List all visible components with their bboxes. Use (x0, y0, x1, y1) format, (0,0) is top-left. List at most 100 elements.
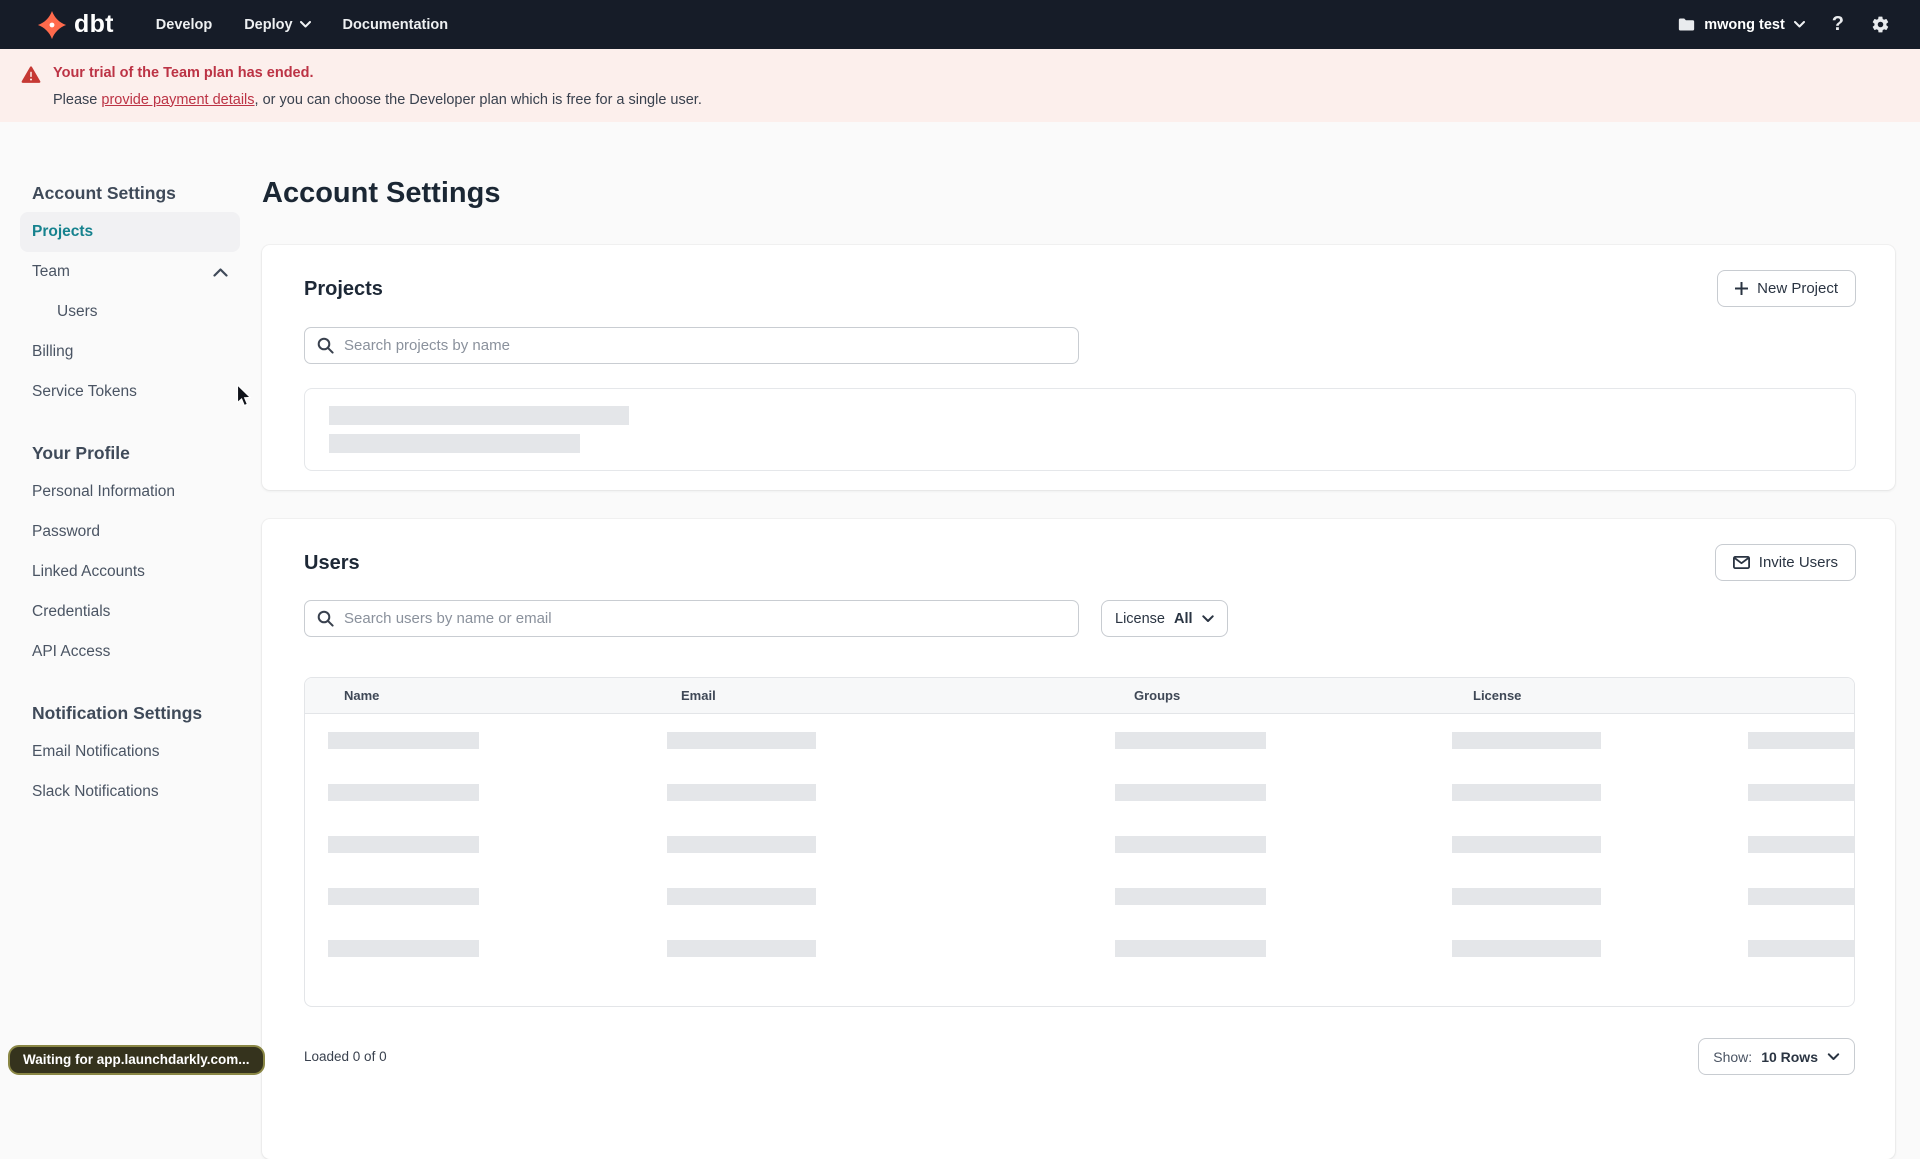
skeleton-bar (1748, 836, 1854, 853)
account-name: mwong test (1704, 16, 1785, 33)
sidebar-item-team[interactable]: Team (20, 252, 240, 292)
dbt-logo[interactable]: dbt (37, 10, 114, 40)
column-header-email: Email (681, 688, 716, 703)
projects-loading-placeholder (304, 388, 1856, 471)
gear-icon (1872, 16, 1889, 33)
projects-card-header: Projects New Project (304, 270, 1856, 307)
projects-search-input[interactable] (304, 327, 1079, 364)
loaded-count: Loaded 0 of 0 (304, 1049, 387, 1064)
skeleton-bar (667, 940, 816, 957)
chevron-down-icon (299, 21, 311, 28)
sidebar-item-email-notifications[interactable]: Email Notifications (20, 732, 240, 772)
sidebar-group-your-profile: Your Profile Personal Information Passwo… (20, 442, 262, 672)
column-header-groups: Groups (1134, 688, 1181, 703)
skeleton-bar (328, 732, 479, 749)
account-switcher[interactable]: mwong test (1678, 17, 1805, 33)
menu-item-deploy[interactable]: Deploy (244, 16, 311, 33)
skeleton-bar (667, 732, 816, 749)
sidebar-item-linked-accounts[interactable]: Linked Accounts (20, 552, 240, 592)
users-table-header: Name Email Groups License (305, 678, 1854, 714)
skeleton-bar (1748, 784, 1854, 801)
skeleton-bar (1452, 888, 1601, 905)
main-content: Account Settings Projects New Project Se… (262, 122, 1920, 1159)
sidebar-item-api-access[interactable]: API Access (20, 632, 240, 672)
sidebar-item-slack-notifications[interactable]: Slack Notifications (20, 772, 240, 812)
table-row-loading (305, 766, 1854, 818)
skeleton-bar (329, 434, 580, 453)
rows-per-page-label: Show: (1713, 1048, 1753, 1065)
users-search-input[interactable] (304, 600, 1079, 637)
sidebar-item-label: Credentials (32, 603, 111, 620)
sidebar-item-personal-information[interactable]: Personal Information (20, 472, 240, 512)
sidebar-item-label: Projects (32, 223, 94, 240)
users-table: Name Email Groups License (304, 677, 1855, 1007)
sidebar-heading-account-settings: Account Settings (32, 183, 176, 203)
rows-per-page-dropdown[interactable]: Show: 10 Rows (1698, 1038, 1855, 1075)
invite-users-label: Invite Users (1758, 554, 1838, 571)
new-project-button[interactable]: New Project (1717, 270, 1856, 307)
skeleton-bar (1748, 888, 1854, 905)
skeleton-bar (328, 888, 479, 905)
table-bottom-padding (305, 974, 1854, 1006)
sidebar-item-label: Password (32, 523, 101, 540)
users-filter-row: License All (304, 600, 1856, 637)
table-row-loading (305, 922, 1854, 974)
sidebar-item-label: Slack Notifications (32, 783, 159, 800)
banner-body-prefix: Please (53, 91, 102, 108)
sidebar-item-label: Personal Information (32, 483, 176, 500)
invite-users-button[interactable]: Invite Users (1714, 544, 1856, 581)
dbt-logo-icon (37, 10, 67, 39)
dbt-logo-text: dbt (74, 10, 114, 38)
license-filter-value: All (1173, 610, 1193, 627)
skeleton-bar (328, 836, 479, 853)
skeleton-bar (1452, 940, 1601, 957)
menu-item-documentation[interactable]: Documentation (343, 17, 449, 33)
sidebar-item-label: Linked Accounts (32, 563, 145, 580)
skeleton-bar (1452, 836, 1601, 853)
column-header-name: Name (344, 688, 380, 703)
sidebar-item-label: Email Notifications (32, 743, 160, 760)
settings-button[interactable] (1871, 15, 1890, 34)
chevron-down-icon (1793, 21, 1805, 28)
table-row-loading (305, 818, 1854, 870)
skeleton-bar (1115, 784, 1266, 801)
sidebar-item-users[interactable]: Users (20, 292, 240, 332)
browser-status-bubble: Waiting for app.launchdarkly.com... (8, 1045, 265, 1075)
skeleton-bar (1452, 732, 1601, 749)
sidebar-item-label: Billing (32, 343, 74, 360)
banner-text: Your trial of the Team plan has ended. P… (53, 64, 702, 122)
menu-item-develop[interactable]: Develop (156, 17, 212, 33)
skeleton-bar (1748, 732, 1854, 749)
license-filter-dropdown[interactable]: License All (1101, 600, 1228, 637)
sidebar-item-credentials[interactable]: Credentials (20, 592, 240, 632)
sidebar-group-account-settings: Account Settings Projects Team Users Bil… (20, 182, 262, 412)
sidebar-item-label: Team (32, 263, 70, 280)
sidebar-item-projects[interactable]: Projects (20, 212, 240, 252)
skeleton-bar (667, 888, 816, 905)
projects-search (304, 327, 1079, 364)
users-table-footer: Loaded 0 of 0 Show: 10 Rows (304, 1038, 1855, 1075)
skeleton-bar (1115, 888, 1266, 905)
chevron-up-icon (213, 267, 228, 277)
skeleton-bar (1748, 940, 1854, 957)
column-header-license: License (1473, 688, 1522, 703)
sidebar-heading-your-profile: Your Profile (32, 443, 130, 463)
new-project-label: New Project (1757, 280, 1838, 297)
sidebar-item-password[interactable]: Password (20, 512, 240, 552)
banner-body: Please provide payment details, or you c… (53, 91, 702, 108)
skeleton-bar (1115, 940, 1266, 957)
provide-payment-details-link[interactable]: provide payment details (101, 92, 254, 108)
sidebar-item-label: API Access (32, 643, 111, 660)
menu-label: Deploy (244, 16, 293, 33)
folder-icon (1679, 18, 1695, 31)
projects-card: Projects New Project (262, 245, 1895, 490)
skeleton-bar (1115, 732, 1266, 749)
banner-body-suffix: , or you can choose the Developer plan w… (254, 91, 702, 108)
menu-label: Develop (155, 16, 213, 33)
sidebar-item-billing[interactable]: Billing (20, 332, 240, 372)
license-filter-label: License (1115, 610, 1165, 627)
skeleton-bar (329, 406, 629, 425)
users-card: Users Invite Users Search users by name … (262, 519, 1895, 1159)
help-button[interactable]: ? (1832, 13, 1844, 36)
sidebar-item-service-tokens[interactable]: Service Tokens (20, 372, 240, 412)
